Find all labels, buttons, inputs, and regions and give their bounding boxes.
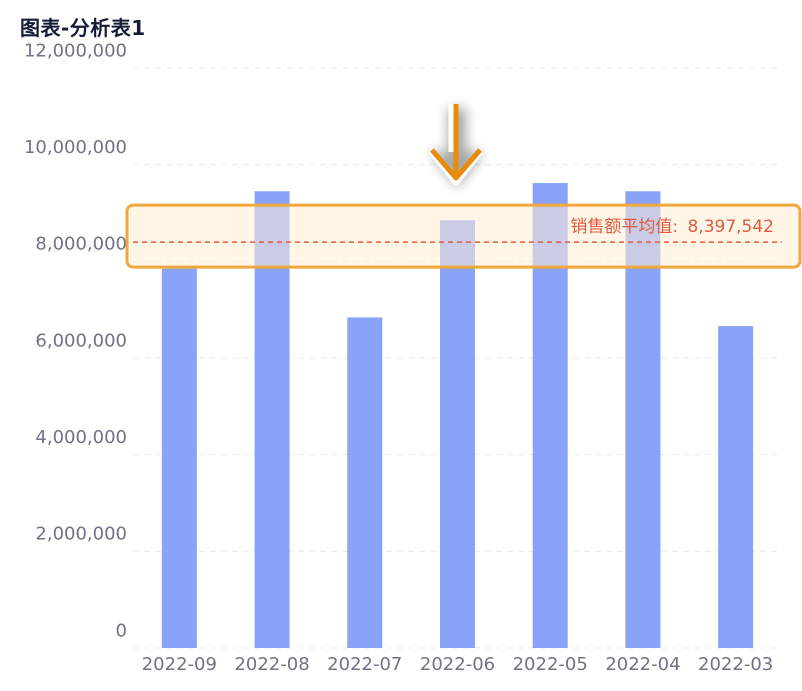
x-tick-label: 2022-09	[142, 654, 217, 675]
y-tick-label: 12,000,000	[24, 40, 127, 61]
down-arrow-icon	[429, 104, 484, 188]
y-tick-label: 2,000,000	[35, 524, 127, 545]
y-axis-ticks: 0 2,000,000 4,000,000 6,000,000 8,000,000 10,…	[24, 40, 127, 641]
bar-2022-09[interactable]	[161, 268, 197, 648]
x-tick-label: 2022-08	[234, 654, 309, 675]
bar-2022-06[interactable]	[440, 220, 475, 648]
y-tick-label: 0	[116, 620, 127, 641]
y-tick-label: 6,000,000	[35, 330, 127, 351]
average-label-text: 销售额平均值:	[570, 217, 678, 237]
average-label: 销售额平均值: 8,397,542	[570, 217, 774, 237]
y-tick-label: 4,000,000	[35, 427, 127, 448]
bar-2022-07[interactable]	[347, 317, 383, 648]
x-tick-label: 2022-05	[513, 654, 588, 675]
x-tick-label: 2022-06	[420, 654, 495, 675]
y-tick-label: 8,000,000	[35, 234, 127, 255]
x-tick-label: 2022-04	[605, 654, 680, 675]
x-tick-label: 2022-03	[698, 654, 773, 675]
x-axis-ticks: 2022-09 2022-08 2022-07 2022-06 2022-05 2022-…	[142, 654, 774, 675]
y-tick-label: 10,000,000	[24, 137, 127, 158]
bar-chart: 0 2,000,000 4,000,000 6,000,000 8,000,000 10,…	[24, 40, 802, 675]
bar-2022-03[interactable]	[718, 326, 754, 648]
x-tick-label: 2022-07	[327, 654, 402, 675]
average-value-text: 8,397,542	[687, 217, 774, 237]
